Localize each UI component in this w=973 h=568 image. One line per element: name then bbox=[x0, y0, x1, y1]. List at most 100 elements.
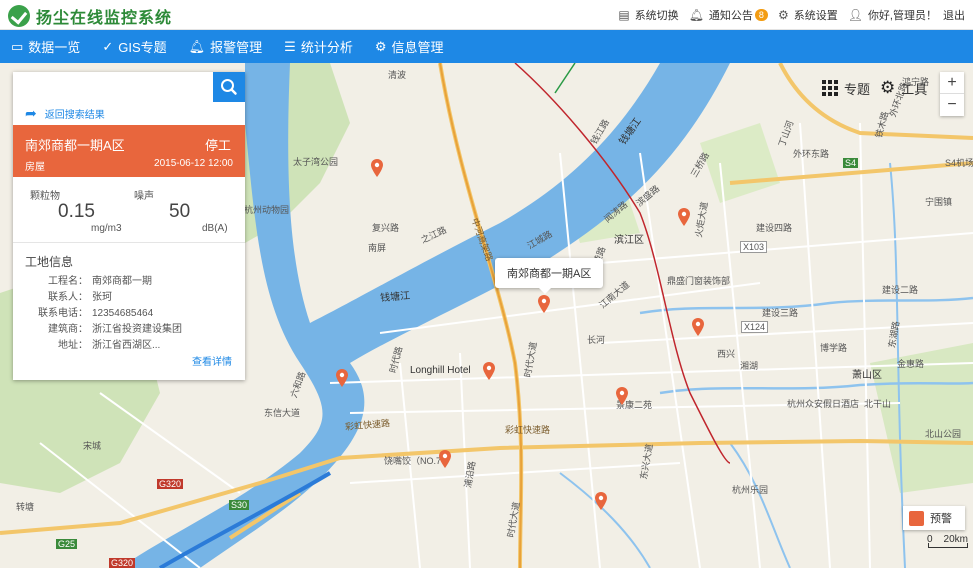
system-settings-button[interactable]: ⚙ 系统设置 bbox=[778, 7, 838, 23]
map-label: G25 bbox=[56, 539, 78, 549]
site-marker-selected[interactable] bbox=[538, 295, 550, 313]
alert-label: 预警 bbox=[930, 513, 952, 525]
map-label: S4机场 bbox=[945, 158, 973, 168]
gear-icon: ⚙ bbox=[777, 8, 789, 22]
nav-statistics[interactable]: ☰ 统计分析 bbox=[273, 30, 364, 63]
map-label: 转塘 bbox=[16, 502, 35, 512]
info-row: 建筑商： 浙江省投资建设集团 bbox=[13, 322, 245, 338]
info-value: 浙江省西湖区... bbox=[92, 340, 161, 351]
grid-icon bbox=[822, 80, 838, 96]
logout-link[interactable]: 退出 bbox=[943, 7, 965, 23]
system-switch-button[interactable]: ▤ 系统切换 bbox=[618, 7, 678, 23]
top-header: 扬尘在线监控系统 ▤ 系统切换 🔔︎ 通知公告 8 ⚙ 系统设置 👤︎ 你好,管… bbox=[0, 0, 973, 30]
map-label: 东信大道 bbox=[264, 408, 301, 418]
user-icon: 👤︎ bbox=[847, 8, 863, 22]
info-value: 浙江省投资建设集团 bbox=[92, 324, 182, 335]
nav-alarm[interactable]: 🔔︎ 报警管理 bbox=[178, 30, 274, 63]
map-label: 湘湖 bbox=[740, 361, 759, 371]
particulate-value: 0.15 bbox=[58, 201, 95, 222]
scale-bar bbox=[928, 543, 968, 548]
system-settings-label: 系统设置 bbox=[793, 10, 838, 22]
alert-color-swatch bbox=[909, 510, 924, 526]
bell-icon: 🔔︎ bbox=[688, 8, 704, 22]
site-header-card: 南郊商都一期A区 停工 房屋 2015-06-12 12:00 bbox=[13, 125, 245, 177]
marker-popup: 南郊商都一期A区 bbox=[495, 258, 604, 294]
info-row: 联系人： 张珂 bbox=[13, 290, 245, 306]
search-bar bbox=[13, 72, 245, 102]
main-nav: ▭ 数据一览 ✓ GIS专题 🔔︎ 报警管理 ☰ 统计分析 ⚙ 信息管理 bbox=[0, 30, 973, 63]
map-label: 饶嘴饺（NO.7 bbox=[384, 456, 442, 466]
back-arrow-icon: ➦ bbox=[25, 105, 37, 121]
info-key: 建筑商： bbox=[48, 324, 88, 335]
tools-label: 工具 bbox=[901, 81, 928, 97]
site-marker[interactable] bbox=[336, 369, 348, 387]
map-label: 博学路 bbox=[820, 343, 848, 353]
info-value: 张珂 bbox=[92, 292, 112, 303]
site-status: 停工 bbox=[204, 138, 231, 153]
logo: 扬尘在线监控系统 bbox=[8, 4, 172, 28]
view-details-link[interactable]: 查看详情 bbox=[192, 353, 232, 368]
site-metrics: 颗粒物 0.15 mg/m3 噪声 50 dB(A) bbox=[13, 177, 245, 243]
app-title: 扬尘在线监控系统 bbox=[36, 10, 173, 27]
site-marker[interactable] bbox=[678, 208, 690, 226]
map-toolbar: 专题 ⚙ 工具 bbox=[822, 78, 937, 98]
map-label: 彩虹快速路 bbox=[505, 425, 551, 435]
nav-gis[interactable]: ✓ GIS专题 bbox=[91, 30, 177, 63]
search-input[interactable] bbox=[13, 72, 213, 102]
list-icon: ☰ bbox=[284, 38, 296, 54]
site-marker[interactable] bbox=[483, 362, 495, 380]
user-menu[interactable]: 👤︎ 你好,管理员！ bbox=[848, 7, 937, 23]
map-label: 北山公园 bbox=[925, 429, 962, 439]
site-name: 南郊商都一期A区 bbox=[25, 138, 125, 153]
info-key: 联系电话： bbox=[38, 308, 88, 319]
map-label: S30 bbox=[229, 500, 250, 510]
map-label: 宋城 bbox=[83, 441, 102, 451]
map-label: 建设二路 bbox=[882, 285, 919, 295]
map-label: 南屏 bbox=[368, 243, 387, 253]
search-button[interactable] bbox=[213, 72, 245, 102]
nav-label: 报警管理 bbox=[210, 40, 263, 55]
nav-label: 信息管理 bbox=[391, 40, 444, 55]
map-label: 太子湾公园 bbox=[293, 157, 339, 167]
topic-label: 专题 bbox=[844, 81, 871, 97]
list-icon: ▤ bbox=[618, 8, 630, 22]
site-marker[interactable] bbox=[371, 159, 383, 177]
site-marker[interactable] bbox=[595, 492, 607, 510]
system-switch-label: 系统切换 bbox=[634, 10, 679, 22]
back-to-results-link[interactable]: ➦ 返回搜索结果 bbox=[13, 102, 245, 125]
map-label: 西兴 bbox=[717, 349, 736, 359]
particulate-label: 颗粒物 bbox=[30, 191, 60, 202]
zoom-out-button[interactable]: − bbox=[940, 94, 964, 116]
gear-icon: ⚙ bbox=[880, 78, 896, 97]
nav-data-overview[interactable]: ▭ 数据一览 bbox=[0, 30, 91, 63]
site-marker[interactable] bbox=[692, 318, 704, 336]
map-label: 建设三路 bbox=[762, 308, 799, 318]
info-key: 工程名： bbox=[48, 276, 88, 287]
topic-button[interactable]: 专题 bbox=[822, 79, 870, 98]
map-label: X103 bbox=[740, 241, 768, 253]
alert-legend-button[interactable]: 预警 bbox=[903, 506, 965, 530]
nav-label: 数据一览 bbox=[28, 40, 81, 55]
nav-label: 统计分析 bbox=[300, 40, 353, 55]
map-label: S4 bbox=[843, 158, 859, 168]
info-row: 联系电话： 12354685464 bbox=[13, 306, 245, 322]
noise-label: 噪声 bbox=[134, 191, 154, 202]
site-marker[interactable] bbox=[439, 450, 451, 468]
user-greeting: 你好,管理员！ bbox=[867, 10, 937, 22]
tools-button[interactable]: ⚙ 工具 bbox=[880, 78, 927, 98]
map-label: X124 bbox=[741, 321, 769, 333]
leaf-logo-icon bbox=[8, 5, 30, 27]
map-label: 杭州乐园 bbox=[732, 485, 769, 495]
map-label: Longhill Hotel bbox=[410, 365, 471, 376]
site-date: 2015-06-12 12:00 bbox=[154, 158, 233, 169]
site-marker[interactable] bbox=[616, 387, 628, 405]
nav-label: GIS专题 bbox=[118, 40, 167, 55]
map-label: 清波 bbox=[388, 70, 407, 80]
notice-button[interactable]: 🔔︎ 通知公告 8 bbox=[689, 7, 768, 23]
noise-unit: dB(A) bbox=[202, 223, 228, 234]
nav-info-manage[interactable]: ⚙ 信息管理 bbox=[364, 30, 455, 63]
notice-count-badge: 8 bbox=[754, 9, 768, 21]
site-detail-panel: ➦ 返回搜索结果 南郊商都一期A区 停工 房屋 2015-06-12 12:00… bbox=[13, 72, 245, 380]
notice-label: 通知公告 bbox=[708, 10, 753, 22]
zoom-in-button[interactable]: + bbox=[940, 72, 964, 94]
